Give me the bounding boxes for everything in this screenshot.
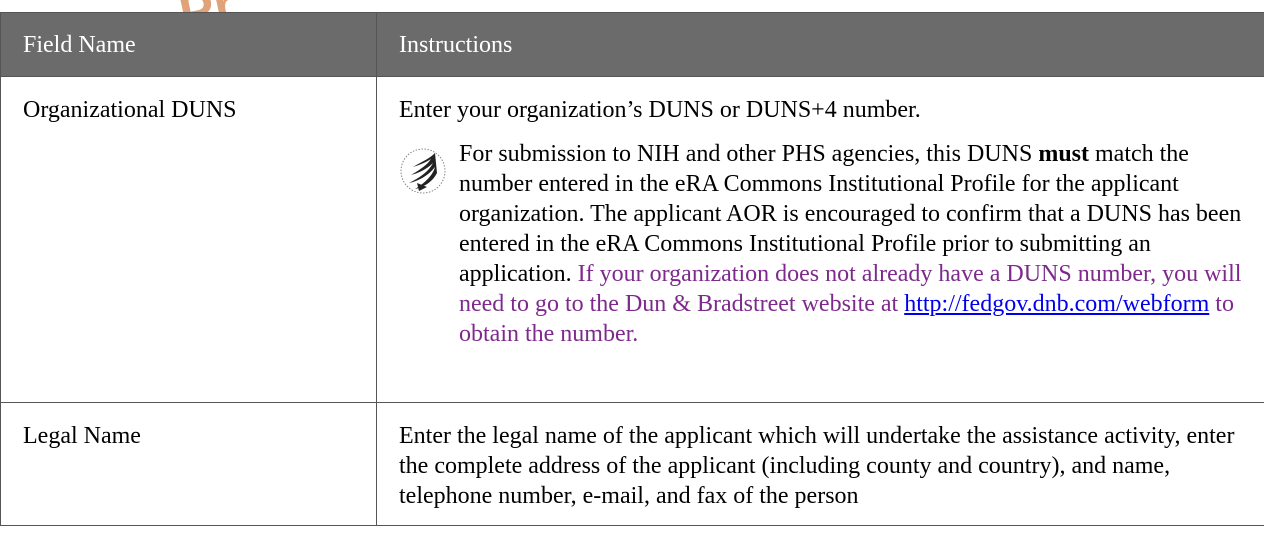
hhs-eagle-seal-icon xyxy=(400,148,446,194)
note-text: For submission to NIH and other PHS agen… xyxy=(459,139,1242,349)
table-header-row: Field Name Instructions xyxy=(0,12,1264,77)
note-bold-must: must xyxy=(1038,141,1089,167)
dnb-webform-link[interactable]: http://fedgov.dnb.com/webform xyxy=(904,291,1209,317)
instructions-cell: Enter the legal name of the applicant wh… xyxy=(376,402,1264,526)
table-row: Legal Name Enter the legal name of the a… xyxy=(0,402,1264,526)
instructions-cell: Enter your organization’s DUNS or DUNS+4… xyxy=(376,76,1264,403)
header-instructions: Instructions xyxy=(376,12,1264,77)
instruction-text: Enter your organization’s DUNS or DUNS+4… xyxy=(399,97,921,123)
field-name-cell: Legal Name xyxy=(0,402,377,526)
instructions-table: Field Name Instructions Organizational D… xyxy=(0,12,1264,526)
header-field-name: Field Name xyxy=(0,12,377,77)
agency-note: For submission to NIH and other PHS agen… xyxy=(399,139,1242,349)
note-text-part-1: For submission to NIH and other PHS agen… xyxy=(459,141,1039,167)
field-name-cell: Organizational DUNS xyxy=(0,76,377,403)
table-row: Organizational DUNS Enter your organizat… xyxy=(0,76,1264,403)
